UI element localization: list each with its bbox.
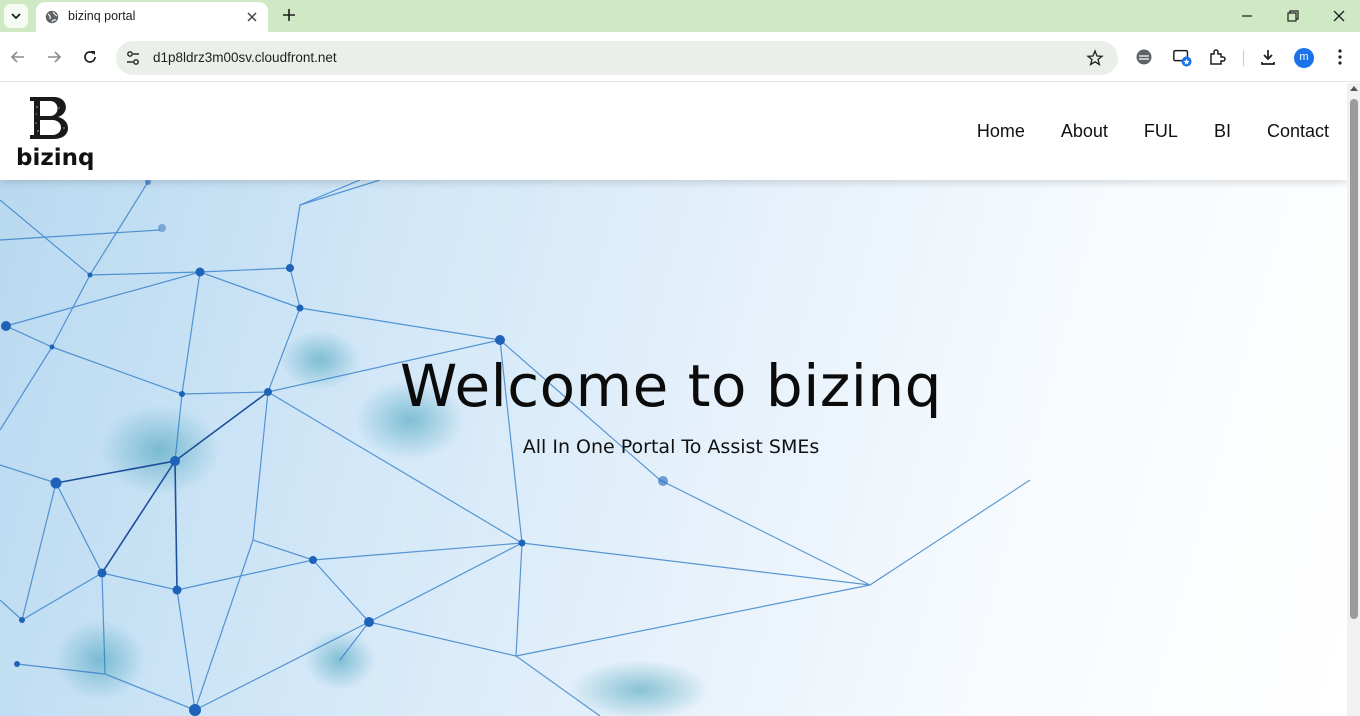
hero-title: Welcome to bizinq: [400, 352, 942, 420]
extensions-icon[interactable]: [1207, 47, 1227, 67]
chevron-down-icon: [11, 13, 21, 20]
globe-icon: [45, 10, 59, 24]
site-header: bizinq. Home About FUL BI Contact: [0, 83, 1347, 180]
download-icon[interactable]: [1258, 47, 1278, 67]
hero-section: Welcome to bizinq All In One Portal To A…: [0, 180, 1347, 716]
tab-search-button[interactable]: [4, 4, 28, 28]
tab-title: bizinq portal: [68, 9, 136, 23]
page-viewport: bizinq. Home About FUL BI Contact Welcom…: [0, 83, 1347, 716]
scroll-up-arrow-icon[interactable]: [1350, 86, 1358, 91]
back-icon[interactable]: [8, 47, 28, 67]
main-nav: Home About FUL BI Contact: [977, 83, 1329, 180]
toolbar-separator: [1243, 50, 1244, 66]
browser-toolbar: d1p8ldrz3m00sv.cloudfront.net m: [0, 32, 1360, 82]
address-bar[interactable]: d1p8ldrz3m00sv.cloudfront.net: [116, 41, 1118, 75]
reload-icon[interactable]: [80, 47, 100, 67]
plus-icon[interactable]: [280, 6, 298, 24]
browser-tab[interactable]: bizinq portal: [36, 2, 268, 32]
browser-tab-strip: bizinq portal: [0, 0, 1360, 32]
scrollbar-thumb[interactable]: [1350, 99, 1358, 619]
cast-icon[interactable]: [1172, 47, 1192, 67]
page-scrollbar[interactable]: [1347, 83, 1360, 716]
menu-kebab-icon[interactable]: [1330, 47, 1350, 67]
close-icon[interactable]: [244, 9, 260, 25]
close-window-icon[interactable]: [1329, 6, 1349, 26]
nav-ful[interactable]: FUL: [1144, 121, 1178, 142]
nav-contact[interactable]: Contact: [1267, 121, 1329, 142]
site-settings-icon[interactable]: [124, 49, 142, 67]
bookmark-star-icon[interactable]: [1086, 49, 1104, 67]
nav-home[interactable]: Home: [977, 121, 1025, 142]
nav-about[interactable]: About: [1061, 121, 1108, 142]
minimize-icon[interactable]: [1237, 6, 1257, 26]
restore-icon[interactable]: [1283, 6, 1303, 26]
nav-bi[interactable]: BI: [1214, 121, 1231, 142]
logo-wordmark: bizinq.: [16, 145, 96, 171]
forward-icon[interactable]: [44, 47, 64, 67]
address-url[interactable]: d1p8ldrz3m00sv.cloudfront.net: [153, 50, 337, 65]
bizinq-logo[interactable]: bizinq.: [14, 93, 96, 173]
hero-subtitle: All In One Portal To Assist SMEs: [522, 436, 820, 458]
translate-icon[interactable]: [1134, 47, 1154, 67]
profile-avatar[interactable]: m: [1294, 48, 1314, 68]
